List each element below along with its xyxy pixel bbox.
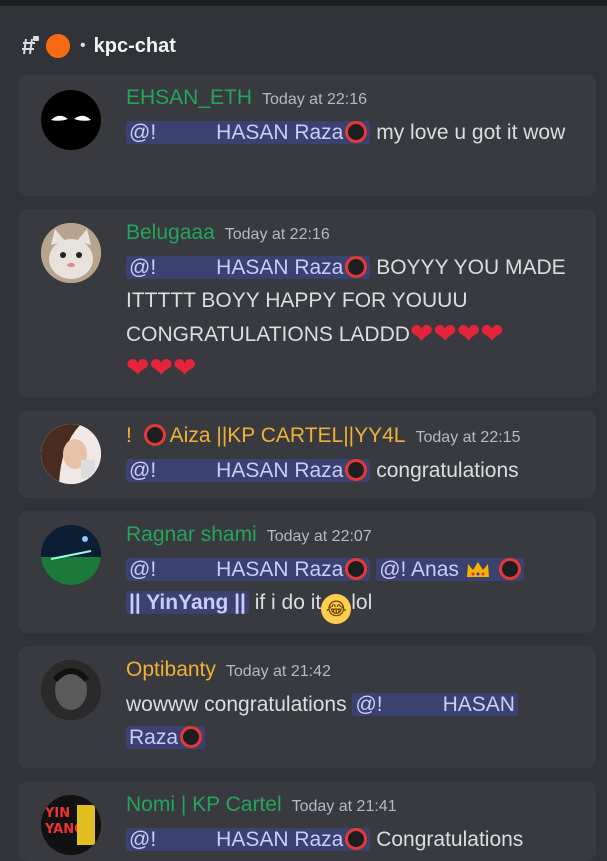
red-ring-icon bbox=[345, 121, 368, 143]
hashtag-lock-icon bbox=[18, 35, 40, 57]
red-ring-icon bbox=[345, 558, 368, 580]
message-body: @! HASAN Raza congratulations bbox=[126, 454, 578, 487]
user-mention[interactable]: @! Anas bbox=[376, 558, 524, 581]
message-card[interactable]: EHSAN_ETH Today at 22:16 @! HASAN Raza my… bbox=[18, 74, 596, 196]
message-card[interactable]: ! Aiza ||KP CARTEL||YY4L Today at 22:15 … bbox=[18, 410, 596, 498]
user-mention[interactable]: @! HASAN Raza bbox=[126, 558, 371, 581]
avatar[interactable] bbox=[41, 424, 101, 484]
red-ring-icon bbox=[345, 828, 368, 850]
message-body: @! HASAN Raza BOYYY YOU MADE ITTTTT BOYY … bbox=[126, 256, 566, 383]
svg-text:YIN: YIN bbox=[44, 806, 70, 821]
message-author[interactable]: Ragnar shami bbox=[126, 523, 257, 547]
message-body: @! HASAN Raza my love u got it wow bbox=[126, 116, 578, 149]
message-body: wowww congratulations @! HASAN Raza bbox=[126, 688, 578, 754]
user-mention[interactable]: @! HASAN bbox=[352, 693, 518, 716]
message-card[interactable]: Belugaaa Today at 22:16 @! HASAN Raza BOY… bbox=[18, 209, 596, 397]
heart-icon: ❤❤❤❤ bbox=[409, 318, 504, 349]
red-ring-icon bbox=[498, 558, 521, 580]
channel-name[interactable]: kpc-chat bbox=[94, 35, 176, 58]
user-mention[interactable]: @! HASAN Raza bbox=[126, 828, 371, 851]
message-author[interactable]: Nomi | KP Cartel bbox=[126, 793, 282, 817]
avatar[interactable] bbox=[41, 223, 101, 283]
message-timestamp: Today at 21:42 bbox=[225, 663, 331, 680]
channel-header: • kpc-chat bbox=[18, 30, 176, 62]
avatar[interactable] bbox=[41, 90, 101, 150]
window-top-bar bbox=[0, 0, 607, 6]
message-timestamp: Today at 22:15 bbox=[415, 429, 521, 446]
laughing-emoji-icon: 😂 bbox=[321, 594, 352, 624]
message-timestamp: Today at 22:16 bbox=[262, 91, 367, 108]
user-mention[interactable]: @! HASAN Raza bbox=[126, 121, 371, 144]
red-ring-icon bbox=[345, 256, 368, 278]
red-ring-icon bbox=[180, 726, 203, 748]
message-card[interactable]: Ragnar shami Today at 22:07 @! HASAN Raza… bbox=[18, 511, 596, 633]
message-author[interactable]: ! Aiza ||KP CARTEL||YY4L bbox=[126, 424, 406, 448]
avatar[interactable] bbox=[41, 525, 101, 585]
user-mention[interactable]: || YinYang || bbox=[126, 591, 249, 614]
message-author[interactable]: Belugaaa bbox=[126, 221, 215, 245]
user-mention[interactable]: @! HASAN Raza bbox=[126, 256, 371, 279]
message-author[interactable]: EHSAN_ETH bbox=[126, 86, 252, 110]
user-mention[interactable]: Raza bbox=[126, 726, 206, 749]
user-mention[interactable]: @! HASAN Raza bbox=[126, 459, 371, 482]
message-timestamp: Today at 22:16 bbox=[224, 226, 330, 243]
red-ring-icon bbox=[345, 459, 368, 481]
message-body: @! HASAN Raza @! Anas || YinYang || if i … bbox=[126, 553, 578, 624]
message-author[interactable]: Optibanty bbox=[126, 658, 216, 682]
heart-icon: ❤❤❤ bbox=[126, 352, 197, 383]
avatar[interactable] bbox=[41, 660, 101, 720]
separator-dot: • bbox=[80, 37, 86, 54]
message-card[interactable]: Optibanty Today at 21:42 wowww congratul… bbox=[18, 646, 596, 768]
message-timestamp: Today at 22:07 bbox=[266, 528, 372, 545]
message-card[interactable]: YIN YANG Nomi | KP Cartel Today at 21:41… bbox=[18, 781, 596, 861]
orange-circle-icon bbox=[46, 34, 70, 58]
crown-icon bbox=[466, 562, 489, 577]
message-timestamp: Today at 21:41 bbox=[291, 798, 397, 815]
avatar[interactable]: YIN YANG bbox=[41, 795, 101, 855]
red-ring-icon bbox=[143, 424, 166, 446]
message-body: @! HASAN Raza Congratulations bbox=[126, 823, 578, 856]
